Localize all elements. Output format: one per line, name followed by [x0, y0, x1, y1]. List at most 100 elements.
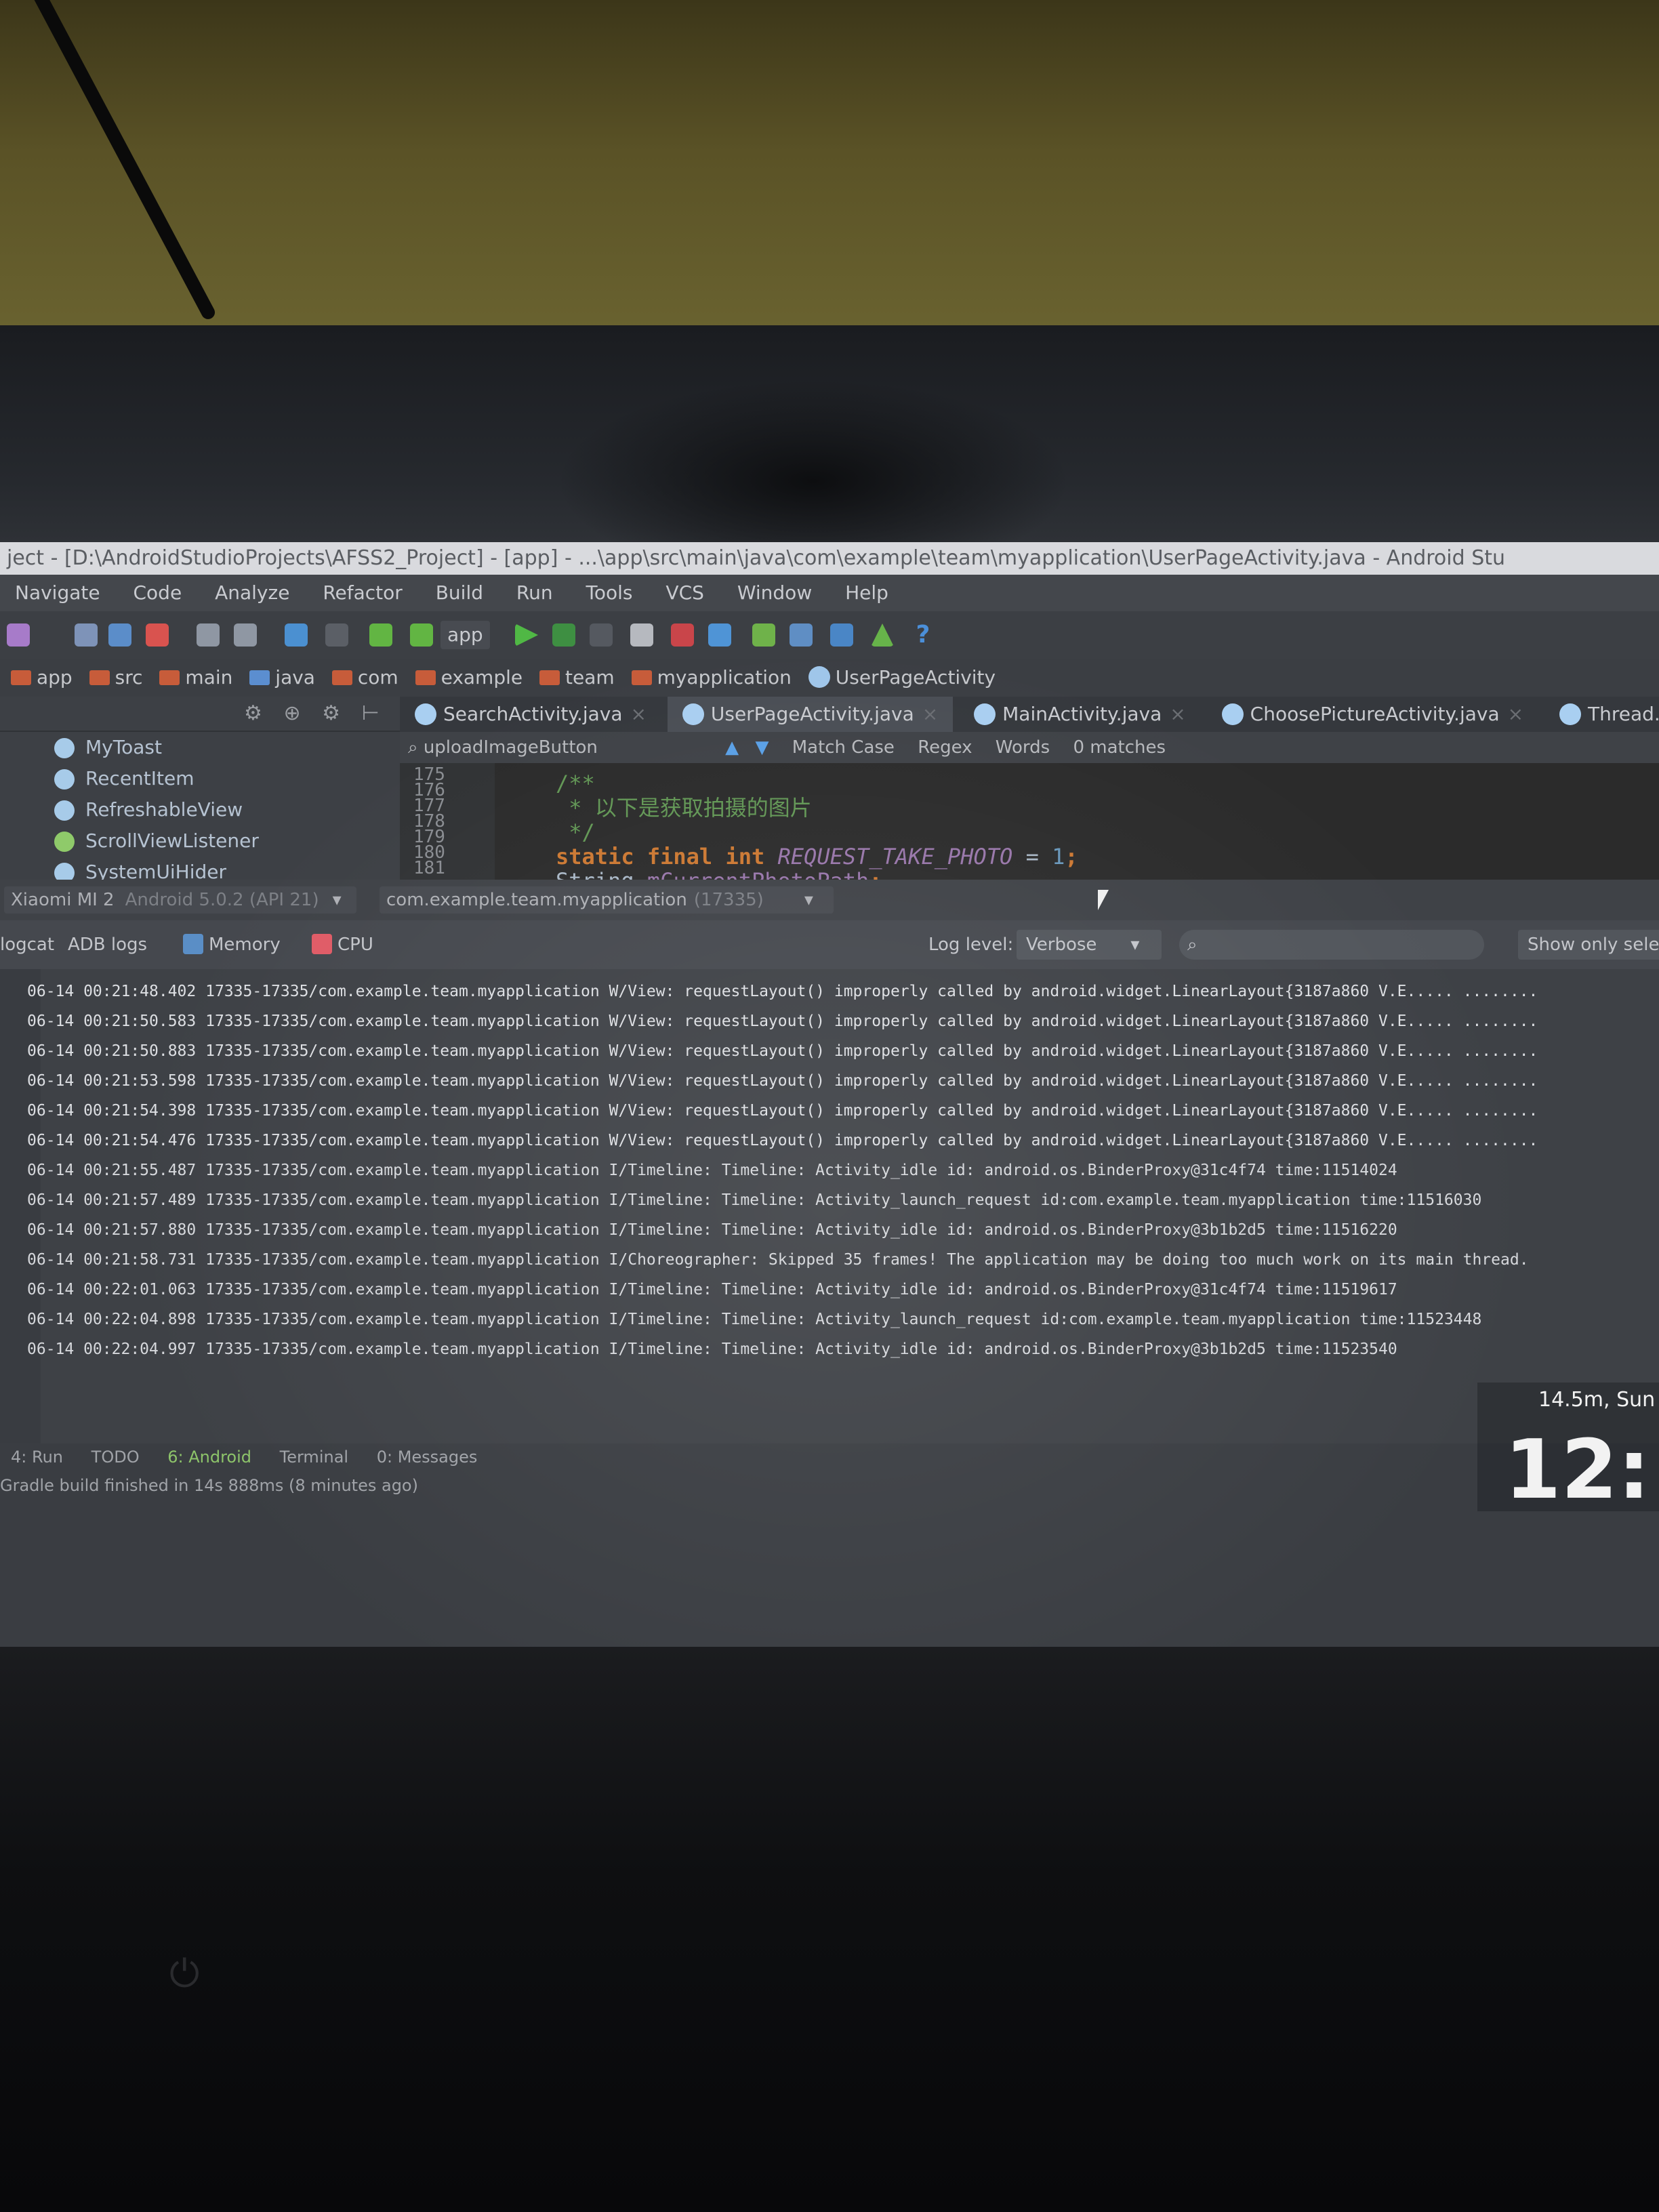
menu-code[interactable]: Code	[134, 581, 182, 604]
operator-token: =	[1012, 844, 1052, 869]
tab-searchactivity[interactable]: SearchActivity.java ×	[400, 697, 661, 732]
semicolon-token: ;	[1065, 844, 1078, 869]
make-project-icon[interactable]	[369, 623, 392, 647]
menu-help[interactable]: Help	[845, 581, 888, 604]
back-icon[interactable]	[7, 623, 30, 647]
find-icon[interactable]	[197, 623, 220, 647]
breadcrumb-src[interactable]: src	[89, 659, 143, 697]
tab-cpu[interactable]: CPU	[312, 920, 373, 969]
breadcrumb-com[interactable]: com	[331, 659, 398, 697]
chevron-down-icon: ▾	[332, 890, 342, 910]
class-icon	[1221, 703, 1244, 725]
breadcrumb-team[interactable]: team	[539, 659, 615, 697]
process-select[interactable]: com.example.team.myapplication (17335) ▾	[380, 886, 834, 914]
gear-icon[interactable]: ⚙	[322, 701, 340, 725]
next-occurrence-icon[interactable]: ▲	[725, 737, 739, 758]
hide-icon[interactable]: ⊢	[362, 701, 380, 725]
menu-tools[interactable]: Tools	[586, 581, 633, 604]
log-level-select[interactable]: Verbose ▾	[1017, 930, 1162, 960]
android-config-icon[interactable]	[410, 623, 433, 647]
tab-adb-logs[interactable]: ADB logs	[68, 920, 147, 969]
constant-token: REQUEST_TAKE_PHOTO	[777, 844, 1013, 869]
tab-logcat[interactable]: logcat	[0, 920, 54, 969]
settings-icon[interactable]: ⚙	[244, 701, 262, 725]
run-config-select[interactable]: app	[441, 621, 490, 649]
tab-mainactivity[interactable]: MainActivity.java ×	[959, 697, 1201, 732]
run-icon[interactable]	[515, 623, 538, 647]
sdk-manager-icon[interactable]	[671, 623, 694, 647]
breadcrumb-userpageactivity[interactable]: UserPageActivity	[808, 659, 996, 697]
tree-item-mytoast[interactable]: MyToast	[0, 732, 400, 763]
sync-gradle-icon[interactable]	[830, 623, 853, 647]
close-icon[interactable]: ×	[1170, 703, 1185, 725]
menu-build[interactable]: Build	[436, 581, 483, 604]
show-only-selected-select[interactable]: Show only sele	[1518, 930, 1659, 960]
redo-icon[interactable]	[325, 623, 348, 647]
breadcrumb-main[interactable]: main	[159, 659, 232, 697]
expand-icon[interactable]: ⊕	[283, 701, 300, 725]
menu-window[interactable]: Window	[737, 581, 812, 604]
find-input[interactable]: uploadImageButton	[424, 737, 598, 758]
class-icon	[54, 769, 75, 790]
tool-tab-todo[interactable]: TODO	[91, 1448, 140, 1467]
tree-item-refreshableview[interactable]: RefreshableView	[0, 794, 400, 825]
replace-icon[interactable]	[234, 623, 257, 647]
tab-userpageactivity[interactable]: UserPageActivity.java ×	[667, 697, 954, 732]
breadcrumb-example[interactable]: example	[415, 659, 523, 697]
main-toolbar: app ?	[0, 611, 1659, 659]
undo-icon[interactable]	[285, 623, 308, 647]
chevron-down-icon: ▾	[1130, 935, 1140, 955]
breadcrumb-app[interactable]: app	[11, 659, 73, 697]
tool-tab-run[interactable]: 4: Run	[11, 1448, 63, 1467]
close-icon[interactable]: ×	[922, 703, 938, 725]
regex-checkbox[interactable]: Regex	[918, 737, 972, 758]
logcat-search-input[interactable]: ⌕	[1179, 930, 1484, 960]
avd-manager-icon[interactable]	[708, 623, 731, 647]
cut-icon[interactable]	[75, 623, 98, 647]
folder-icon	[249, 670, 270, 685]
tool-tab-android[interactable]: 6: Android	[167, 1448, 251, 1467]
logcat-output[interactable]: 06-14 00:21:48.402 17335-17335/com.examp…	[0, 969, 1659, 1443]
breadcrumb-java[interactable]: java	[249, 659, 315, 697]
search-icon: ⌕	[408, 737, 418, 758]
log-line: 06-14 00:21:54.398 17335-17335/com.examp…	[27, 1102, 1538, 1120]
match-case-checkbox[interactable]: Match Case	[792, 737, 895, 758]
log-line: 06-14 00:21:58.731 17335-17335/com.examp…	[27, 1251, 1529, 1269]
logcat-toolbar: logcat ADB logs Memory CPU Log level: Ve…	[0, 920, 1659, 969]
menu-run[interactable]: Run	[516, 581, 553, 604]
close-icon[interactable]: ×	[630, 703, 646, 725]
copy-icon[interactable]	[108, 623, 131, 647]
stop-icon[interactable]	[590, 623, 613, 647]
menu-refactor[interactable]: Refactor	[323, 581, 402, 604]
tool-tab-messages[interactable]: 0: Messages	[377, 1448, 478, 1467]
editor-area: SearchActivity.java × UserPageActivity.ja…	[400, 697, 1659, 893]
previous-occurrence-icon[interactable]: ▼	[755, 737, 769, 758]
device-select[interactable]: Xiaomi MI 2 Android 5.0.2 (API 21) ▾	[4, 886, 356, 914]
close-icon[interactable]: ×	[1508, 703, 1523, 725]
process-id: (17335)	[693, 890, 764, 910]
editor-tabs: SearchActivity.java × UserPageActivity.ja…	[400, 697, 1659, 732]
tree-item-scrollviewlistener[interactable]: ScrollViewListener	[0, 825, 400, 857]
tab-choosepictureactivity[interactable]: ChoosePictureActivity.java ×	[1207, 697, 1538, 732]
debug-icon[interactable]	[552, 623, 575, 647]
menu-vcs[interactable]: VCS	[665, 581, 703, 604]
tree-item-recentitem[interactable]: RecentItem	[0, 763, 400, 794]
code-text[interactable]: /** * 以下是获取拍摄的图片 */ static final int REQ…	[501, 763, 1659, 893]
help-icon[interactable]: ?	[912, 623, 935, 647]
tab-memory[interactable]: Memory	[183, 920, 281, 969]
menu-navigate[interactable]: Navigate	[15, 581, 100, 604]
tab-thread[interactable]: Thread.java×	[1544, 697, 1659, 732]
words-checkbox[interactable]: Words	[996, 737, 1050, 758]
android-icon[interactable]	[871, 623, 894, 647]
folder-icon	[539, 670, 560, 685]
paste-icon[interactable]	[146, 623, 169, 647]
tool-tab-terminal[interactable]: Terminal	[280, 1448, 348, 1467]
android-device-monitor-icon[interactable]	[752, 623, 775, 647]
attach-debugger-icon[interactable]	[630, 623, 653, 647]
menu-analyze[interactable]: Analyze	[215, 581, 289, 604]
project-structure-icon[interactable]	[790, 623, 813, 647]
breadcrumb-myapplication[interactable]: myapplication	[631, 659, 792, 697]
class-icon	[808, 666, 830, 688]
log-line: 06-14 00:22:01.063 17335-17335/com.examp…	[27, 1281, 1397, 1298]
device-api: Android 5.0.2 (API 21)	[125, 890, 319, 910]
